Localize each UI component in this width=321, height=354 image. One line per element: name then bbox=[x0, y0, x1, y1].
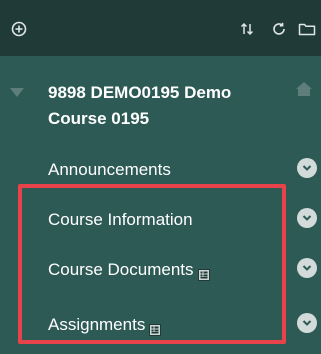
menu-item-course-documents[interactable]: Course Documents bbox=[0, 250, 321, 290]
chevron-down-icon[interactable] bbox=[297, 208, 317, 228]
folder-icon[interactable] bbox=[296, 18, 318, 40]
menu-item-label: Course Information bbox=[48, 210, 193, 229]
collapse-caret-icon[interactable] bbox=[10, 88, 24, 97]
plus-circle-icon[interactable] bbox=[8, 18, 30, 40]
content-page-icon bbox=[149, 319, 162, 336]
chevron-down-icon[interactable] bbox=[297, 313, 317, 333]
course-header: 9898 DEMO0195 Demo Course 0195 bbox=[0, 80, 321, 140]
course-menu-panel: 9898 DEMO0195 Demo Course 0195 Announcem… bbox=[0, 0, 321, 354]
menu-item-label: Announcements bbox=[48, 160, 171, 179]
content-page-icon bbox=[197, 264, 210, 281]
menu-item-label: Assignments bbox=[48, 315, 146, 334]
home-icon[interactable] bbox=[295, 80, 313, 98]
chevron-down-icon[interactable] bbox=[297, 258, 317, 278]
menu-item-course-information[interactable]: Course Information bbox=[0, 200, 321, 240]
course-title[interactable]: 9898 DEMO0195 Demo Course 0195 bbox=[48, 80, 278, 132]
refresh-icon[interactable] bbox=[268, 18, 290, 40]
chevron-down-icon[interactable] bbox=[297, 158, 317, 178]
menu-item-announcements[interactable]: Announcements bbox=[0, 150, 321, 190]
sort-arrows-icon[interactable] bbox=[236, 18, 258, 40]
course-menu-toolbar bbox=[0, 0, 321, 56]
menu-item-label: Course Documents bbox=[48, 260, 194, 279]
menu-item-assignments[interactable]: Assignments bbox=[0, 305, 321, 345]
